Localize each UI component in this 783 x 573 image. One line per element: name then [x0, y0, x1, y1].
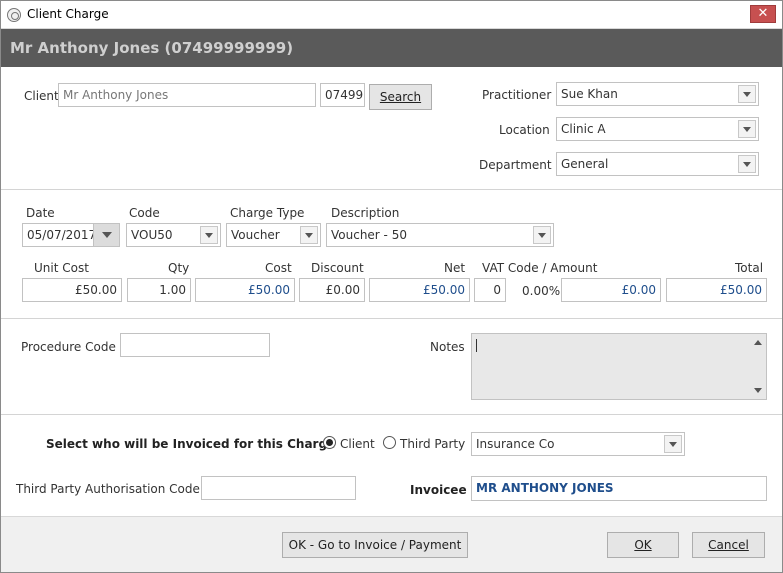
client-name-field[interactable]: Mr Anthony Jones: [58, 83, 316, 107]
procedure-code-label: Procedure Code: [21, 340, 116, 354]
vat-amount-field: £0.00: [561, 278, 661, 302]
chevron-down-icon: [738, 120, 756, 138]
cancel-button[interactable]: Cancel: [692, 532, 765, 558]
close-button[interactable]: ✕: [750, 5, 776, 23]
qty-label: Qty: [168, 261, 190, 275]
cost-field: £50.00: [195, 278, 295, 302]
third-party-select[interactable]: Insurance Co: [471, 432, 685, 456]
chevron-down-icon: [738, 85, 756, 103]
total-label: Total: [735, 261, 764, 275]
cost-label: Cost: [265, 261, 292, 275]
go-to-invoice-button[interactable]: OK - Go to Invoice / Payment: [282, 532, 468, 558]
charge-type-select[interactable]: Voucher: [226, 223, 321, 247]
qty-field[interactable]: 1.00: [127, 278, 191, 302]
invoice-prompt: Select who will be Invoiced for this Cha…: [46, 437, 336, 451]
title-bar: Client Charge ✕: [1, 1, 782, 29]
chevron-down-icon: [300, 226, 318, 244]
location-select[interactable]: Clinic A: [556, 117, 759, 141]
scroll-down-icon[interactable]: [754, 388, 762, 393]
chevron-down-icon: [738, 155, 756, 173]
department-value: General: [561, 157, 609, 171]
notes-textarea[interactable]: [471, 333, 767, 400]
window-title: Client Charge: [27, 7, 109, 21]
code-label: Code: [129, 206, 160, 220]
discount-field[interactable]: £0.00: [299, 278, 365, 302]
procedure-code-field[interactable]: [120, 333, 270, 357]
client-radio[interactable]: [323, 436, 336, 449]
department-select[interactable]: General: [556, 152, 759, 176]
date-label: Date: [26, 206, 55, 220]
chevron-down-icon: [533, 226, 551, 244]
charge-type-label: Charge Type: [230, 206, 305, 220]
third-party-radio[interactable]: [383, 436, 396, 449]
date-picker[interactable]: 05/07/2017: [22, 223, 120, 247]
invoicee-field[interactable]: MR ANTHONY JONES: [471, 476, 767, 501]
search-button[interactable]: Search: [369, 84, 432, 110]
vat-label: VAT Code / Amount: [482, 261, 598, 275]
department-label: Department: [479, 158, 552, 172]
ok-button-label: OK: [634, 538, 652, 552]
auth-code-label: Third Party Authorisation Code: [16, 482, 200, 496]
discount-label: Discount: [311, 261, 364, 275]
notes-label: Notes: [430, 340, 465, 354]
third-party-value: Insurance Co: [476, 437, 555, 451]
divider: [1, 189, 782, 190]
description-value: Voucher - 50: [331, 228, 407, 242]
chevron-down-icon: [664, 435, 682, 453]
client-charge-dialog: Client Charge ✕ Mr Anthony Jones (074999…: [0, 0, 783, 573]
practitioner-select[interactable]: Sue Khan: [556, 82, 759, 106]
invoicee-label: Invoicee: [410, 483, 467, 497]
cancel-button-label: Cancel: [708, 538, 749, 552]
client-header-name: Mr Anthony Jones (07499999999): [10, 39, 294, 57]
practitioner-label: Practitioner: [482, 88, 552, 102]
chevron-down-icon: [200, 226, 218, 244]
ok-button[interactable]: OK: [607, 532, 679, 558]
search-button-label: Search: [379, 90, 422, 104]
description-select[interactable]: Voucher - 50: [326, 223, 554, 247]
date-value: 05/07/2017: [27, 228, 97, 242]
unit-cost-label: Unit Cost: [34, 261, 89, 275]
calendar-dropdown-icon[interactable]: [93, 224, 119, 246]
net-field: £50.00: [369, 278, 470, 302]
code-value: VOU50: [131, 228, 173, 242]
code-select[interactable]: VOU50: [126, 223, 221, 247]
client-phone-field[interactable]: 07499: [320, 83, 365, 107]
total-field: £50.00: [666, 278, 767, 302]
auth-code-field[interactable]: [201, 476, 356, 500]
description-label: Description: [331, 206, 400, 220]
location-value: Clinic A: [561, 122, 606, 136]
practitioner-value: Sue Khan: [561, 87, 618, 101]
net-label: Net: [444, 261, 466, 275]
unit-cost-field[interactable]: £50.00: [22, 278, 122, 302]
header-band: Mr Anthony Jones (07499999999): [1, 29, 782, 67]
text-caret: [476, 339, 477, 352]
divider: [1, 318, 782, 319]
charge-type-value: Voucher: [231, 228, 280, 242]
scroll-up-icon[interactable]: [754, 340, 762, 345]
vat-rate: 0.00%: [522, 284, 561, 298]
client-label: Client: [24, 89, 59, 103]
divider: [1, 414, 782, 415]
third-party-radio-label[interactable]: Third Party: [400, 437, 465, 451]
vat-code-field[interactable]: 0: [474, 278, 506, 302]
app-icon: [7, 8, 21, 22]
client-radio-label[interactable]: Client: [340, 437, 375, 451]
location-label: Location: [499, 123, 550, 137]
